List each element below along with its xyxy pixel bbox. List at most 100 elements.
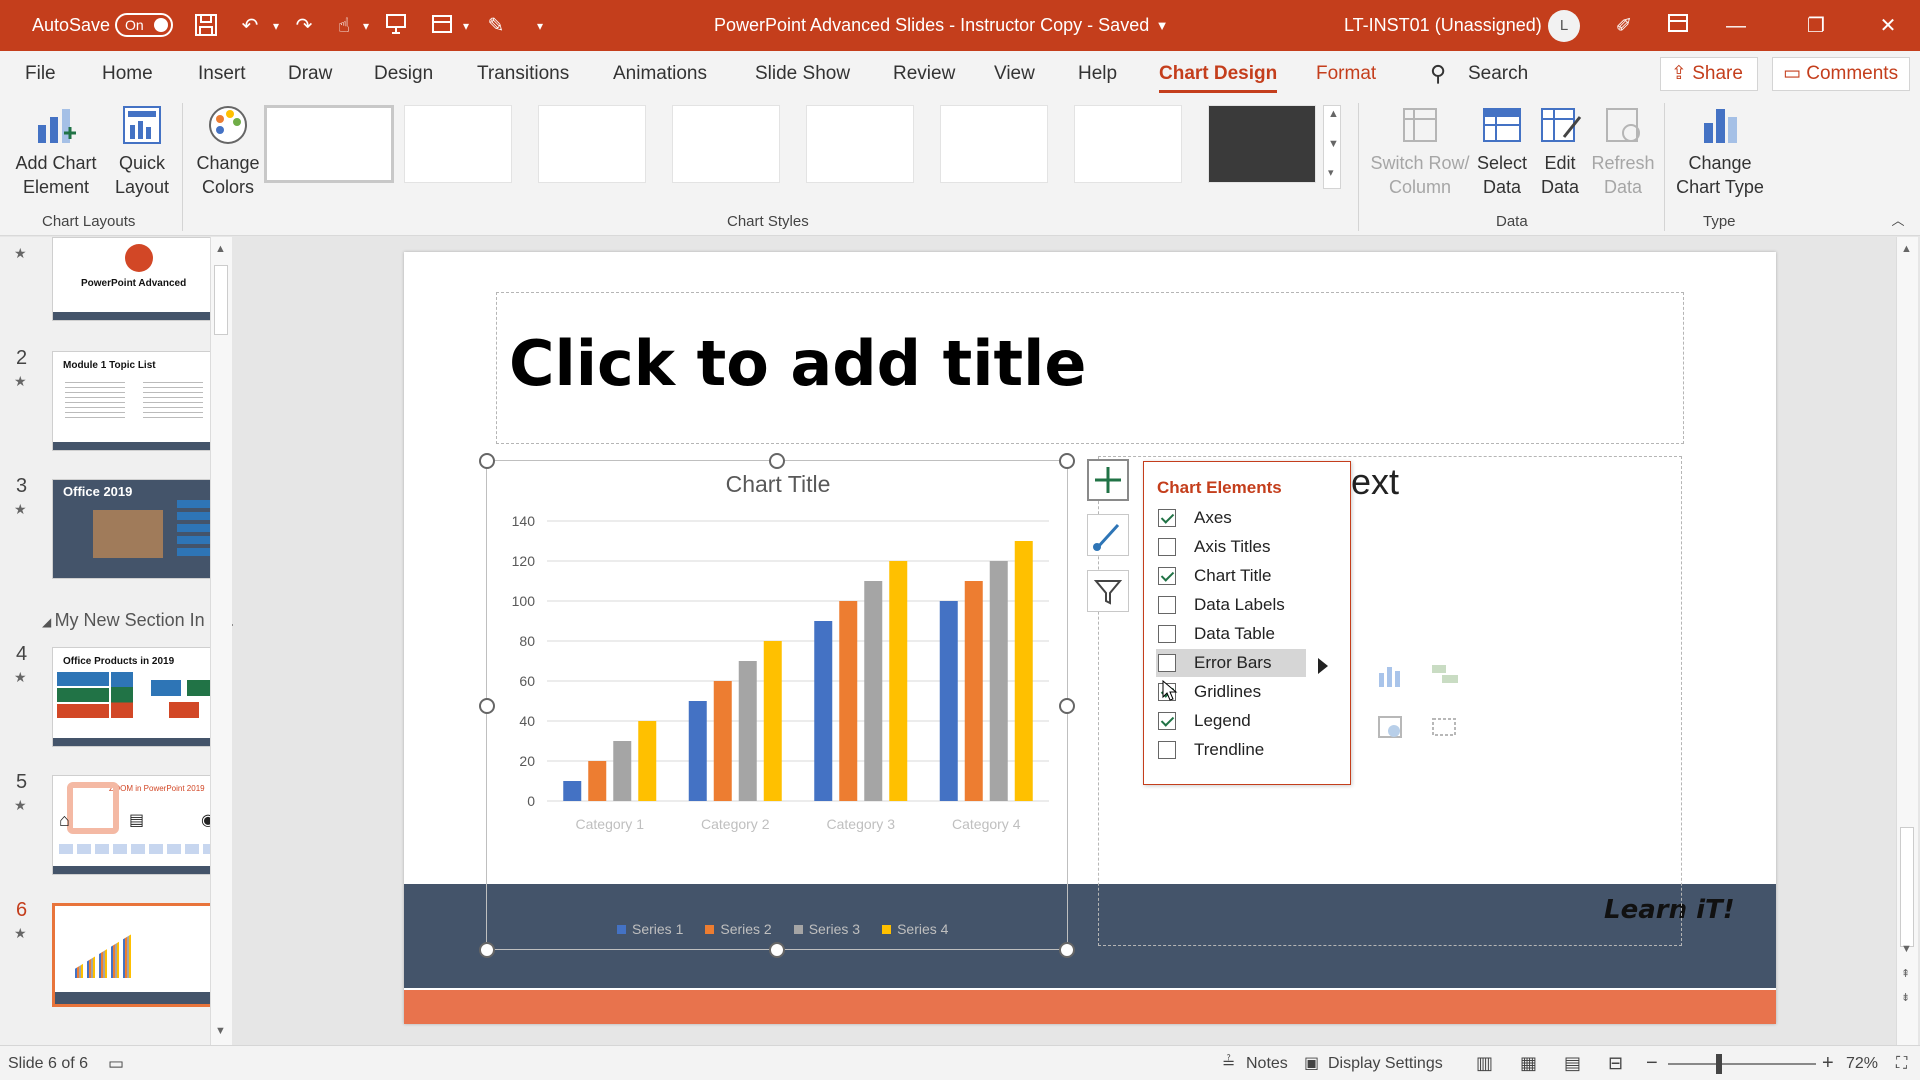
designer-icon[interactable]: ✐ (1610, 12, 1638, 40)
chart-styles-button[interactable] (1087, 514, 1129, 556)
insert-chart-icon[interactable] (1376, 661, 1404, 689)
draw-pen-icon[interactable]: ✎ (482, 12, 510, 40)
minimize-icon[interactable]: — (1722, 12, 1750, 40)
chart-area[interactable]: Chart Title 0 20 40 60 80 100 120 140 Category 1… (486, 460, 1068, 950)
avatar[interactable]: L (1548, 10, 1580, 42)
bar[interactable] (939, 601, 958, 801)
chart-element-option[interactable]: Error Bars (1156, 649, 1306, 677)
bar[interactable] (638, 721, 657, 801)
checkbox[interactable] (1158, 741, 1176, 759)
checkbox[interactable] (1158, 654, 1176, 672)
section-label[interactable]: ◢ My New Section In P... (42, 610, 234, 631)
display-settings-button[interactable]: Display Settings (1328, 1046, 1443, 1080)
bar[interactable] (563, 781, 582, 801)
resize-handle-left[interactable] (479, 698, 495, 714)
tab-file[interactable]: File (25, 51, 56, 97)
slide-thumb-5[interactable]: ZOOM in PowerPoint 2019 ⌂ ▤ ◉ (52, 775, 224, 875)
chart-style-thumbnail-6[interactable] (940, 105, 1048, 183)
chart-element-option[interactable]: Chart Title (1156, 562, 1306, 590)
select-data-button[interactable]: Select Data (1474, 103, 1530, 199)
bar[interactable] (1014, 541, 1033, 801)
tab-home[interactable]: Home (102, 51, 153, 97)
switch-row-column-button[interactable]: Switch Row/ Column (1368, 103, 1472, 199)
previous-slide-icon[interactable]: ⇞ (1901, 967, 1910, 980)
bar[interactable] (964, 581, 983, 801)
restore-icon[interactable]: ❐ (1802, 12, 1830, 40)
resize-handle-bottom[interactable] (769, 942, 785, 958)
next-slide-icon[interactable]: ⇟ (1901, 991, 1910, 1004)
title-placeholder[interactable]: Click to add title (496, 292, 1684, 444)
chart-element-option[interactable]: Data Table (1156, 620, 1306, 648)
slideshow-view-icon[interactable]: ⊟ (1608, 1046, 1623, 1080)
chart-style-thumbnail-5[interactable] (806, 105, 914, 183)
slide-thumb-1[interactable]: PowerPoint Advanced (52, 237, 224, 321)
redo-icon[interactable]: ↷ (290, 12, 318, 40)
close-icon[interactable]: ✕ (1874, 12, 1902, 40)
gallery-scroll[interactable]: ▲ ▼ ▾ (1323, 105, 1341, 189)
chart-style-thumbnail-1[interactable] (264, 105, 394, 183)
scroll-up-icon[interactable]: ▲ (215, 243, 226, 255)
zoom-slider-thumb[interactable] (1716, 1054, 1722, 1074)
normal-view-icon[interactable]: ▥ (1476, 1046, 1493, 1080)
submenu-arrow-icon[interactable] (1318, 658, 1328, 674)
chart-style-thumbnail-3[interactable] (538, 105, 646, 183)
slide-thumb-6[interactable] (52, 903, 224, 1007)
chart-element-option[interactable]: Axes (1156, 504, 1306, 532)
bar[interactable] (688, 701, 707, 801)
title-dropdown-icon[interactable]: ▼ (1148, 12, 1176, 40)
share-button[interactable]: ⇪ Share (1660, 57, 1758, 91)
user-name[interactable]: LT-INST01 (Unassigned) (1344, 0, 1542, 51)
bar[interactable] (989, 561, 1008, 801)
reading-view-icon[interactable]: ▤ (1564, 1046, 1581, 1080)
resize-handle-bottom-right[interactable] (1059, 942, 1075, 958)
edit-data-button[interactable]: Edit Data (1532, 103, 1588, 199)
undo-dropdown-icon[interactable]: ▾ (262, 12, 290, 40)
chart-legend[interactable]: Series 1 Series 2 Series 3 Series 4 (617, 921, 970, 937)
chart-style-thumbnail-7[interactable] (1074, 105, 1182, 183)
add-chart-element-button[interactable]: Add Chart Element (8, 103, 104, 199)
tab-slide-show[interactable]: Slide Show (755, 51, 850, 97)
zoom-in-icon[interactable]: + (1822, 1046, 1834, 1080)
comments-button[interactable]: ▭ Comments (1772, 57, 1910, 91)
bar[interactable] (864, 581, 883, 801)
chart-element-option[interactable]: Data Labels (1156, 591, 1306, 619)
resize-handle-right[interactable] (1059, 698, 1075, 714)
checkbox[interactable] (1158, 625, 1176, 643)
chart-style-thumbnail-8[interactable] (1208, 105, 1316, 183)
tab-insert[interactable]: Insert (198, 51, 246, 97)
chart-element-option[interactable]: Axis Titles (1156, 533, 1306, 561)
checkbox[interactable] (1158, 567, 1176, 585)
search-icon[interactable]: ⚲ (1430, 51, 1446, 97)
tab-design[interactable]: Design (374, 51, 433, 97)
customize-qat-icon[interactable]: ▾ (526, 12, 554, 40)
slide-thumb-2[interactable]: Module 1 Topic List ⌂ (52, 351, 224, 451)
slide-thumb-4[interactable]: Office Products in 2019 (52, 647, 224, 747)
resize-handle-top-right[interactable] (1059, 453, 1075, 469)
insert-online-picture-icon[interactable] (1376, 713, 1404, 741)
tab-transitions[interactable]: Transitions (477, 51, 569, 97)
scroll-down-icon[interactable]: ▼ (1901, 943, 1912, 955)
slide-thumb-3[interactable]: Office 2019 (52, 479, 224, 579)
tab-review[interactable]: Review (893, 51, 955, 97)
thumbnail-scrollbar[interactable]: ▲ ▼ (210, 237, 232, 1045)
section-collapse-icon[interactable]: ◢ (42, 615, 55, 629)
slide-canvas[interactable]: Click to add title Learn iT! ext Chart T… (404, 252, 1776, 1024)
scroll-thumb[interactable] (1900, 827, 1914, 947)
refresh-data-button[interactable]: Refresh Data (1590, 103, 1656, 199)
autosave-toggle[interactable]: On (115, 13, 173, 37)
bar[interactable] (613, 741, 632, 801)
change-chart-type-button[interactable]: Change Chart Type (1674, 103, 1766, 199)
chart-element-option[interactable]: Trendline (1156, 736, 1306, 764)
slide-scrollbar[interactable]: ▲ ▼ ⇞ ⇟ (1896, 237, 1918, 1045)
tab-animations[interactable]: Animations (613, 51, 707, 97)
resize-handle-top[interactable] (769, 453, 785, 469)
chart-filters-button[interactable] (1087, 570, 1129, 612)
gallery-down-icon[interactable]: ▼ (1328, 138, 1339, 150)
bar[interactable] (763, 641, 782, 801)
checkbox[interactable] (1158, 509, 1176, 527)
layout-dropdown-icon[interactable]: ▾ (452, 12, 480, 40)
bar[interactable] (889, 561, 908, 801)
bar[interactable] (738, 661, 757, 801)
slide-sorter-icon[interactable]: ▦ (1520, 1046, 1537, 1080)
tab-view[interactable]: View (994, 51, 1035, 97)
